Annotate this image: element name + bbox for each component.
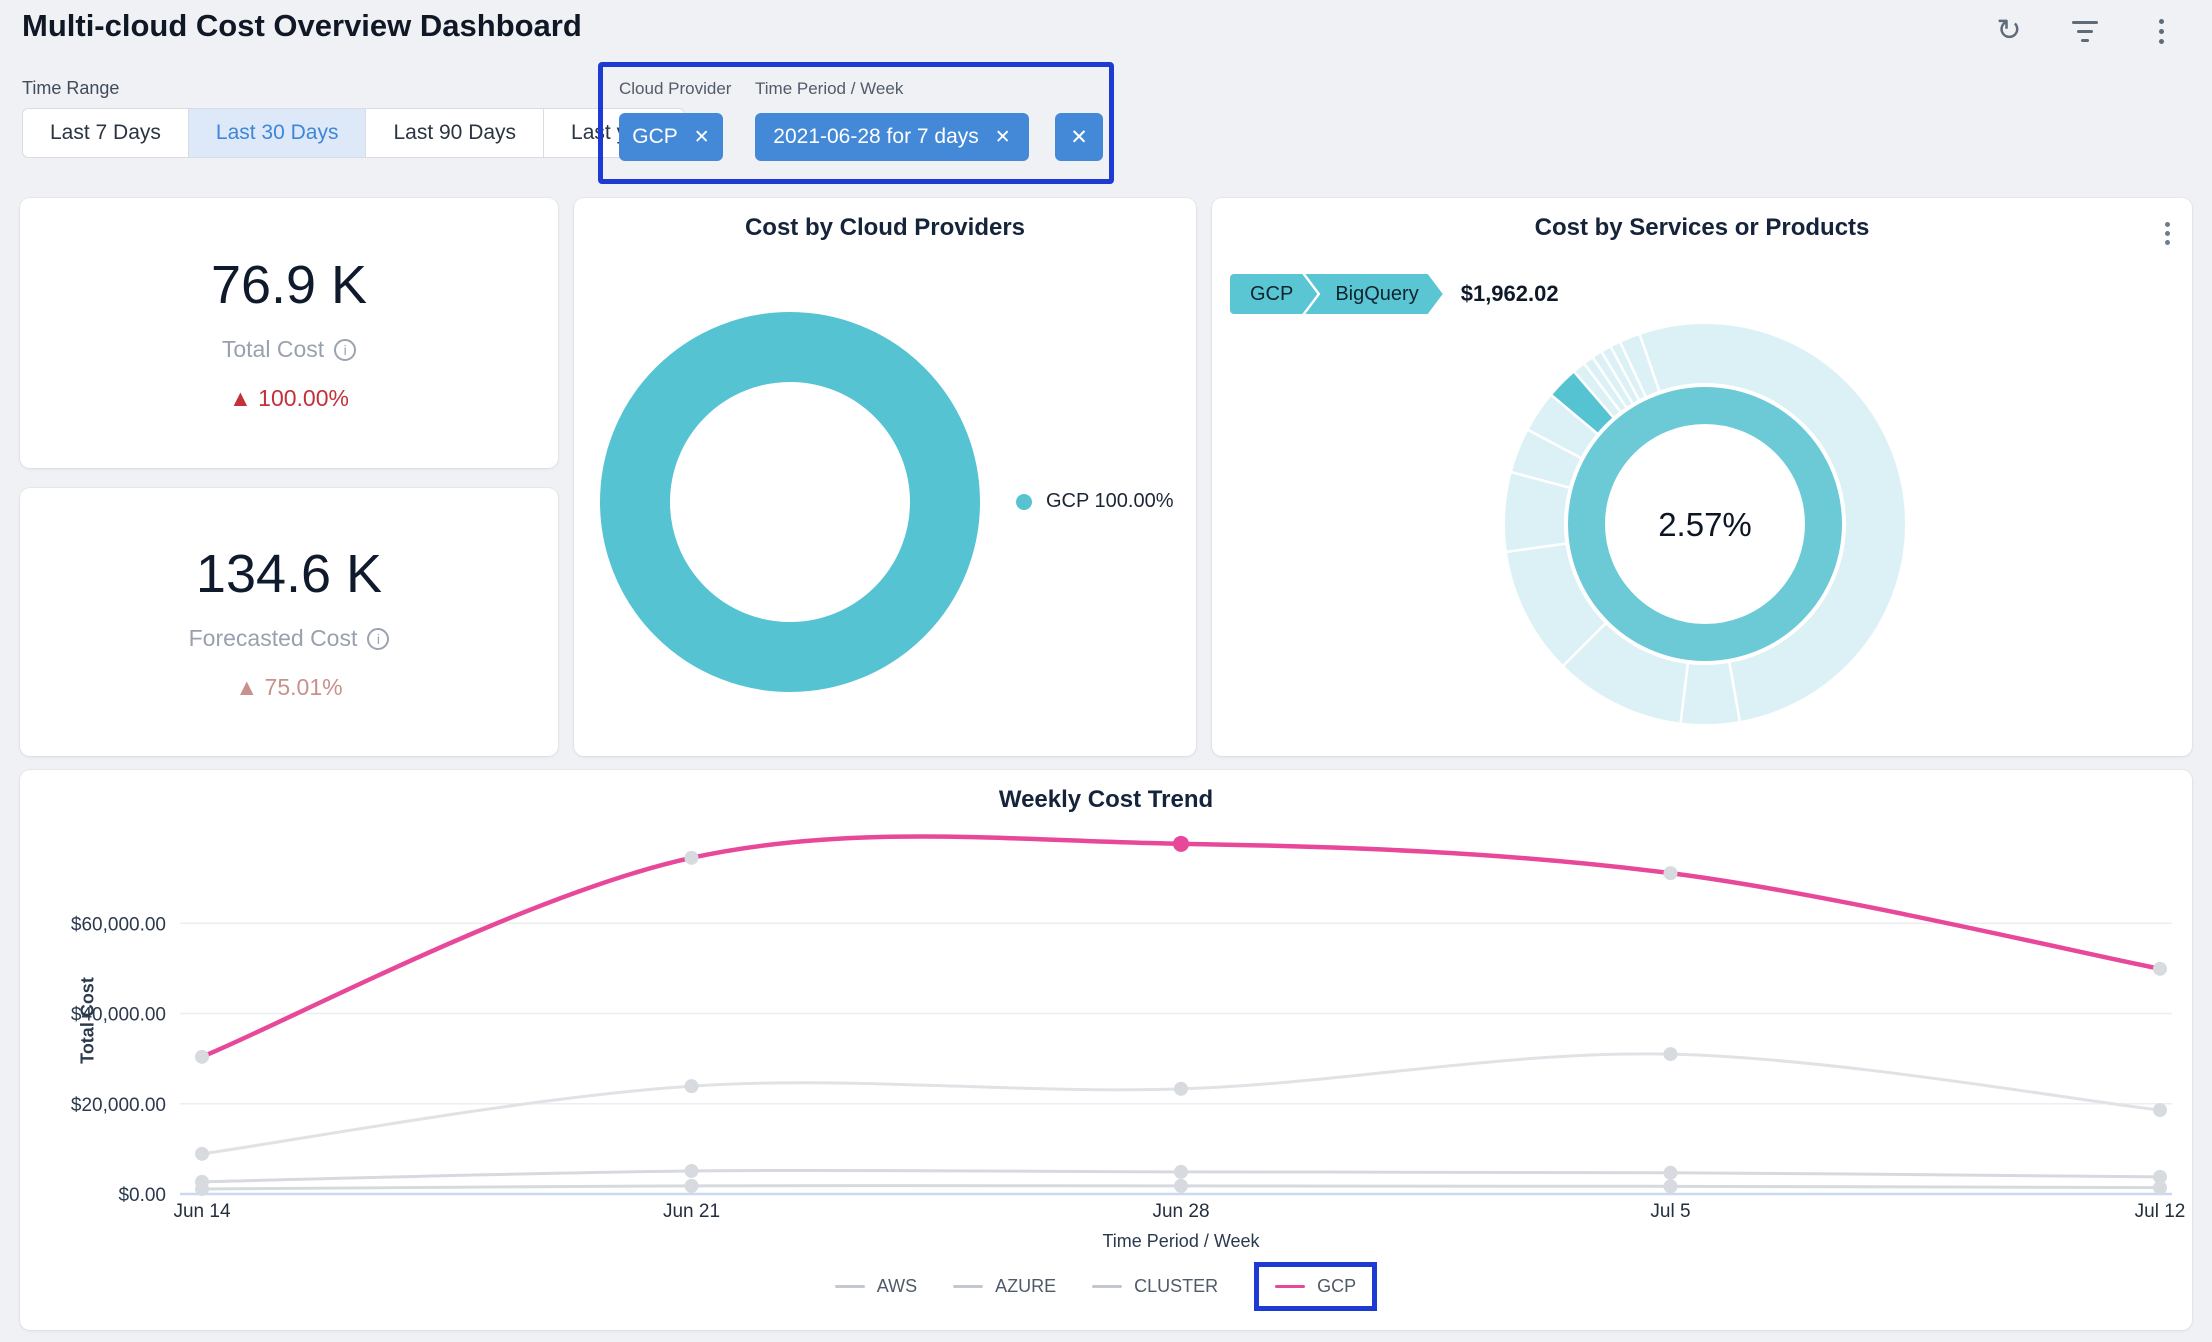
x-tick-label: Jun 14 <box>173 1201 230 1222</box>
time-range-last-90-days[interactable]: Last 90 Days <box>365 108 544 158</box>
data-point-azure-2[interactable] <box>1174 1179 1188 1193</box>
legend-label-aws: AWS <box>877 1276 917 1297</box>
forecasted-cost-card: 134.6 K Forecasted Cost i ▲ 75.01% <box>20 488 558 756</box>
info-icon[interactable]: i <box>334 339 356 361</box>
info-icon[interactable]: i <box>367 628 389 650</box>
sunburst-center-label: 2.57% <box>1658 506 1752 543</box>
services-chart-title: Cost by Services or Products <box>1212 214 2192 242</box>
time-period-label: Time Period / Week <box>755 79 903 99</box>
cost-by-cloud-providers-card: Cost by Cloud Providers GCP 100.00% <box>574 198 1196 756</box>
legend-item-gcp[interactable]: GCP <box>1254 1262 1377 1311</box>
y-tick-label: $20,000.00 <box>71 1095 166 1116</box>
total-cost-label: Total Cost <box>222 336 324 363</box>
total-cost-card: 76.9 K Total Cost i ▲ 100.00% <box>20 198 558 468</box>
providers-chart-title: Cost by Cloud Providers <box>574 214 1196 242</box>
data-point-cluster-4[interactable] <box>2153 1103 2167 1117</box>
data-point-aws-1[interactable] <box>685 1164 699 1178</box>
providers-donut-chart[interactable] <box>574 198 1196 756</box>
legend-dot-gcp <box>1016 494 1032 510</box>
providers-donut-ring[interactable] <box>635 347 945 657</box>
trend-chart-title: Weekly Cost Trend <box>20 786 2192 814</box>
forecasted-cost-label: Forecasted Cost <box>189 625 358 652</box>
x-tick-label: Jul 12 <box>2135 1201 2186 1222</box>
trend-line-chart[interactable]: $0.00$20,000.00$40,000.00$60,000.00Jun 1… <box>20 770 2192 1330</box>
forecasted-cost-value: 134.6 K <box>196 543 382 605</box>
data-point-gcp-3[interactable] <box>1664 866 1678 880</box>
data-point-aws-3[interactable] <box>1664 1166 1678 1180</box>
legend-dash-aws <box>835 1285 865 1288</box>
legend-label-gcp: GCP 100.00% <box>1046 490 1174 513</box>
time-range-last-7-days[interactable]: Last 7 Days <box>22 108 189 158</box>
x-tick-label: Jul 5 <box>1650 1201 1690 1222</box>
time-range-segmented-control: Last 7 Days Last 30 Days Last 90 Days La… <box>22 108 685 158</box>
data-point-cluster-1[interactable] <box>685 1079 699 1093</box>
data-point-aws-2[interactable] <box>1174 1165 1188 1179</box>
period-filter-chip[interactable]: 2021-06-28 for 7 days ✕ <box>755 113 1029 161</box>
selected-service-amount: $1,962.02 <box>1461 281 1559 307</box>
trend-x-axis-label: Time Period / Week <box>1102 1231 1260 1251</box>
data-point-azure-1[interactable] <box>685 1179 699 1193</box>
legend-dash-gcp <box>1275 1285 1305 1288</box>
trend-legend: AWS AZURE CLUSTER GCP <box>20 1262 2192 1311</box>
trend-line-gcp <box>202 836 2160 1056</box>
remove-provider-chip-icon[interactable]: ✕ <box>694 126 710 149</box>
weekly-cost-trend-card: Weekly Cost Trend Total Cost $0.00 $20,00… <box>20 770 2192 1330</box>
total-cost-delta: ▲ 100.00% <box>229 385 349 412</box>
data-point-gcp-4[interactable] <box>2153 962 2167 976</box>
clear-filters-button[interactable]: ✕ <box>1055 113 1103 161</box>
annotation-box-filters: Cloud Provider Time Period / Week GCP ✕ … <box>598 62 1114 184</box>
services-breadcrumb: GCP BigQuery $1,962.02 <box>1230 274 1559 314</box>
x-tick-label: Jun 21 <box>663 1201 720 1222</box>
legend-item-aws[interactable]: AWS <box>835 1267 917 1306</box>
data-point-cluster-2[interactable] <box>1174 1082 1188 1096</box>
breadcrumb-gcp[interactable]: GCP <box>1230 274 1317 314</box>
legend-label-gcp: GCP <box>1317 1276 1356 1297</box>
provider-filter-chip[interactable]: GCP ✕ <box>619 113 723 161</box>
data-point-gcp-0[interactable] <box>195 1050 209 1064</box>
legend-dash-cluster <box>1092 1285 1122 1288</box>
page-title: Multi-cloud Cost Overview Dashboard <box>22 8 582 44</box>
y-tick-label: $60,000.00 <box>71 914 166 935</box>
trend-y-axis-label: Total Cost <box>78 961 99 1081</box>
card-kebab-menu-icon[interactable] <box>2165 218 2170 249</box>
data-point-azure-0[interactable] <box>195 1182 209 1196</box>
legend-item-cluster[interactable]: CLUSTER <box>1092 1267 1218 1306</box>
data-point-azure-3[interactable] <box>1664 1179 1678 1193</box>
data-point-cluster-0[interactable] <box>195 1147 209 1161</box>
x-tick-label: Jun 28 <box>1152 1201 1209 1222</box>
data-point-gcp-1[interactable] <box>685 851 699 865</box>
legend-dash-azure <box>953 1285 983 1288</box>
legend-item-azure[interactable]: AZURE <box>953 1267 1056 1306</box>
cost-by-services-card: Cost by Services or Products GCP BigQuer… <box>1212 198 2192 756</box>
y-tick-label: $0.00 <box>118 1185 166 1206</box>
kebab-menu-icon[interactable] <box>2144 14 2178 48</box>
refresh-icon[interactable]: ↻ <box>1992 14 2026 48</box>
forecasted-cost-delta: ▲ 75.01% <box>235 674 342 701</box>
providers-legend[interactable]: GCP 100.00% <box>1016 490 1174 513</box>
filter-icon[interactable] <box>2068 14 2102 48</box>
remove-period-chip-icon[interactable]: ✕ <box>995 126 1011 149</box>
data-point-gcp-2[interactable] <box>1173 836 1189 852</box>
legend-label-azure: AZURE <box>995 1276 1056 1297</box>
time-range-last-30-days[interactable]: Last 30 Days <box>188 108 367 158</box>
total-cost-value: 76.9 K <box>211 254 367 316</box>
cloud-provider-label: Cloud Provider <box>619 79 731 99</box>
data-point-cluster-3[interactable] <box>1664 1047 1678 1061</box>
legend-label-cluster: CLUSTER <box>1134 1276 1218 1297</box>
header-toolbar: ↻ <box>1992 14 2178 48</box>
data-point-azure-4[interactable] <box>2153 1181 2167 1195</box>
time-range-label: Time Range <box>22 78 119 99</box>
breadcrumb-bigquery[interactable]: BigQuery <box>1305 274 1442 314</box>
